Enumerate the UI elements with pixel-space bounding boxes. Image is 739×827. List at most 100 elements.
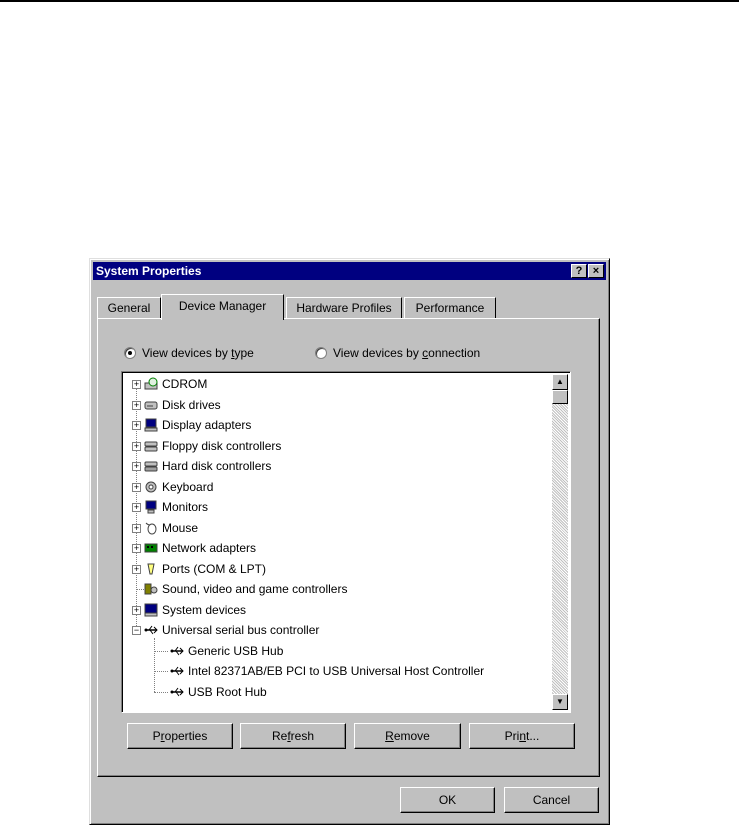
button-label: P	[152, 729, 161, 743]
remove-button[interactable]: Remove	[354, 723, 461, 749]
tab-hardware-profiles[interactable]: Hardware Profiles	[286, 297, 402, 319]
usb-icon	[170, 685, 184, 699]
tree-node[interactable]: + System devices	[132, 600, 552, 620]
tree-node-label: Disk drives	[162, 397, 221, 412]
tree-node[interactable]: + Monitors	[132, 497, 552, 517]
tab-general[interactable]: General	[97, 297, 161, 319]
tree-connector-line	[154, 691, 168, 693]
help-button[interactable]: ?	[571, 264, 587, 278]
device-tree-content: + CDROM + Disk drives + Display adapters + Flop…	[124, 374, 552, 710]
expand-icon[interactable]: +	[132, 544, 141, 553]
tree-node[interactable]: + Network adapters	[132, 538, 552, 558]
tree-node[interactable]: − Universal serial bus controller	[132, 620, 552, 640]
cancel-button[interactable]: Cancel	[504, 787, 599, 813]
tab-device-manager[interactable]: Device Manager	[161, 294, 284, 320]
button-label: Pri	[504, 729, 520, 743]
tab-label: General	[107, 301, 151, 315]
button-label-suffix: resh	[290, 729, 315, 743]
view-by-connection-radio[interactable]: View devices by connection	[315, 345, 480, 361]
close-button[interactable]: ×	[588, 264, 604, 278]
port-icon	[144, 562, 158, 576]
monitor-icon	[144, 500, 158, 514]
ok-button[interactable]: OK	[400, 787, 495, 813]
radio-checked-icon[interactable]	[124, 346, 136, 359]
expand-icon[interactable]: +	[132, 605, 141, 615]
close-icon: ×	[592, 265, 600, 277]
button-label-suffix: operties	[164, 729, 208, 743]
cdrom-icon	[144, 377, 158, 391]
expand-icon[interactable]: +	[132, 421, 141, 430]
tree-node-label: Ports (COM & LPT)	[162, 561, 267, 576]
tree-connector-line	[136, 589, 144, 590]
usb-icon	[170, 664, 184, 678]
expand-icon[interactable]: +	[132, 564, 141, 574]
tree-connector-line	[154, 650, 168, 652]
refresh-button[interactable]: Refresh	[240, 723, 346, 749]
properties-button[interactable]: Properties	[127, 723, 233, 749]
tree-node-label: Display adapters	[162, 418, 252, 432]
device-tree[interactable]: + CDROM + Disk drives + Display adapters + Flop…	[121, 371, 571, 713]
tree-node-label: Keyboard	[162, 479, 214, 494]
collapse-icon[interactable]: −	[132, 626, 141, 635]
expand-icon[interactable]: +	[132, 503, 141, 512]
disk-drive-icon	[144, 398, 158, 412]
sound-controller-icon	[144, 582, 158, 596]
button-label-suffix: t...	[526, 729, 540, 743]
expand-icon[interactable]: +	[132, 462, 141, 471]
usb-icon	[144, 623, 158, 637]
tree-node-label: Universal serial bus controller	[162, 623, 320, 637]
tree-node-label: Generic USB Hub	[188, 643, 284, 658]
expand-icon[interactable]: +	[132, 441, 141, 451]
floppy-controller-icon	[144, 439, 158, 453]
radio-label: View devices by	[142, 346, 232, 360]
question-mark-icon: ?	[575, 265, 583, 277]
expand-icon[interactable]: +	[132, 400, 141, 410]
tab-label: Performance	[415, 301, 485, 315]
tree-child-node[interactable]: USB Root Hub	[154, 682, 552, 702]
tab-label: Hardware Profiles	[296, 301, 392, 315]
scroll-thumb[interactable]	[552, 390, 568, 404]
page-top-rule	[0, 0, 739, 2]
radio-label: View devices by	[333, 346, 423, 360]
tree-node[interactable]: + Ports (COM & LPT)	[132, 559, 552, 579]
child-trunk-line	[154, 638, 155, 692]
tree-node[interactable]: Sound, video and game controllers	[132, 579, 552, 599]
tree-node-label: Sound, video and game controllers	[162, 582, 348, 596]
expand-icon[interactable]: +	[132, 523, 141, 533]
tree-node[interactable]: + CDROM	[132, 374, 552, 394]
scroll-up-button[interactable]: ▲	[552, 374, 568, 390]
tree-node[interactable]: + Floppy disk controllers	[132, 436, 552, 456]
title-bar[interactable]: System Properties ? ×	[93, 262, 606, 280]
tree-node-label: Mouse	[162, 520, 199, 535]
tree-node[interactable]: + Keyboard	[132, 477, 552, 497]
expand-icon[interactable]: +	[132, 482, 141, 492]
tree-node[interactable]: + Mouse	[132, 518, 552, 538]
expand-icon[interactable]: +	[132, 380, 141, 389]
tree-node-label: CDROM	[162, 377, 208, 391]
tree-node-label: USB Root Hub	[188, 684, 267, 699]
tree-node-label: Network adapters	[162, 541, 257, 555]
mouse-icon	[144, 521, 158, 535]
view-by-type-radio[interactable]: View devices by type	[124, 345, 254, 361]
button-label: Cancel	[532, 793, 571, 807]
tree-node[interactable]: + Disk drives	[132, 395, 552, 415]
tree-node-label: Intel 82371AB/EB PCI to USB Universal Ho…	[188, 664, 485, 678]
arrow-down-icon: ▼	[556, 697, 564, 706]
tab-performance[interactable]: Performance	[404, 297, 496, 319]
button-label: OK	[438, 793, 457, 807]
tree-node[interactable]: + Display adapters	[132, 415, 552, 435]
tree-node[interactable]: + Hard disk controllers	[132, 456, 552, 476]
tree-child-node[interactable]: Intel 82371AB/EB PCI to USB Universal Ho…	[154, 661, 552, 681]
scroll-down-button[interactable]: ▼	[552, 694, 568, 710]
tab-label: Device Manager	[178, 299, 267, 313]
tree-child-node[interactable]: Generic USB Hub	[154, 641, 552, 661]
accelerator-key: R	[385, 729, 394, 743]
button-label-suffix: emove	[393, 729, 430, 743]
usb-icon	[170, 644, 184, 658]
tree-node-label: Hard disk controllers	[162, 459, 272, 473]
print-button[interactable]: Print...	[469, 723, 575, 749]
window-title: System Properties	[96, 264, 202, 278]
vertical-scrollbar[interactable]: ▲ ▼	[552, 374, 568, 710]
radio-unchecked-icon[interactable]	[315, 346, 327, 359]
arrow-up-icon: ▲	[556, 377, 564, 386]
